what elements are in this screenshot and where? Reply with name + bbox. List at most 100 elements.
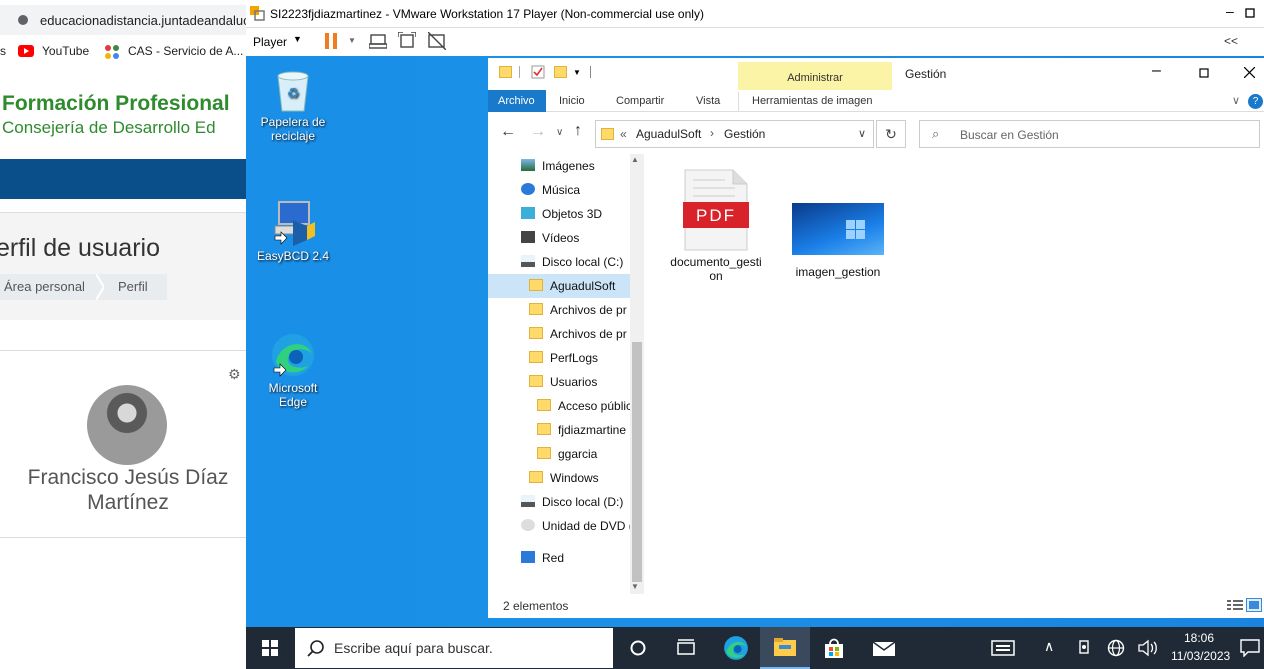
keyboard-icon[interactable] <box>991 639 1015 657</box>
volume-icon[interactable] <box>1138 639 1158 657</box>
maximize-button[interactable] <box>1199 68 1209 78</box>
tab-archivo[interactable]: Archivo <box>488 90 546 112</box>
device-icon[interactable] <box>1077 639 1091 657</box>
nav-item[interactable]: Unidad de DVD ( <box>488 514 630 538</box>
refresh-button[interactable]: ↻ <box>876 120 906 148</box>
nav-item[interactable]: Vídeos <box>488 226 630 250</box>
vmware-toolbar: Player ▼ ▼ << <box>246 28 1264 56</box>
mail-icon[interactable] <box>872 639 896 657</box>
fit-guest-icon[interactable] <box>398 32 416 50</box>
nav-item[interactable]: Disco local (C:) <box>488 250 630 274</box>
taskbar-search-box[interactable]: Escribe aquí para buscar. <box>295 628 613 668</box>
nav-item[interactable]: Archivos de pr <box>488 298 630 322</box>
nav-item[interactable]: Música <box>488 178 630 202</box>
cas-icon <box>105 45 119 59</box>
bookmark-cas[interactable]: CAS - Servicio de A... <box>128 44 243 58</box>
nav-item[interactable]: Objetos 3D <box>488 202 630 226</box>
nav-scrollbar-thumb[interactable] <box>632 342 642 582</box>
recent-locations-icon[interactable]: ∨ <box>556 127 563 138</box>
maximize-button[interactable] <box>1245 8 1255 18</box>
desktop-icon-edge[interactable]: Microsoft Edge <box>254 332 332 409</box>
3d-objects-icon <box>521 207 535 219</box>
status-bar-text: 2 elementos <box>503 599 569 613</box>
folder-icon <box>529 279 543 291</box>
file-name: documento_gestion <box>670 255 762 283</box>
nav-item-label: Disco local (D:) <box>542 495 624 509</box>
music-icon <box>521 183 535 195</box>
tab-compartir[interactable]: Compartir <box>616 95 664 107</box>
scroll-up-icon[interactable]: ▲ <box>631 155 639 164</box>
new-folder-icon[interactable] <box>554 66 567 78</box>
close-button[interactable] <box>1244 67 1255 78</box>
details-view-icon[interactable] <box>1227 599 1243 611</box>
store-icon[interactable] <box>823 637 845 659</box>
pause-dropdown-icon[interactable]: ▼ <box>348 36 356 45</box>
large-icons-view-icon[interactable] <box>1246 598 1262 612</box>
vmware-titlebar: SI2223fjdiazmartinez - VMware Workstatio… <box>246 0 1264 28</box>
minimize-button[interactable]: – <box>1152 62 1161 80</box>
network-globe-icon[interactable] <box>1107 639 1125 657</box>
nav-item[interactable]: Acceso públic <box>488 394 630 418</box>
breadcrumb: Área personal Perfil <box>0 274 167 300</box>
pause-button[interactable] <box>325 33 339 49</box>
breadcrumb-perfil[interactable]: Perfil <box>118 279 148 294</box>
nav-item[interactable]: ggarcia <box>488 442 630 466</box>
desktop-icon-recycle-bin[interactable]: ♻ Papelera de reciclaje <box>254 68 332 143</box>
cortana-icon[interactable] <box>630 640 646 656</box>
explorer-taskbar-button[interactable] <box>760 627 810 669</box>
tab-vista[interactable]: Vista <box>696 95 720 107</box>
search-input[interactable]: ⌕ Buscar en Gestión <box>919 120 1260 148</box>
minimize-button[interactable]: – <box>1226 3 1234 19</box>
bookmark-overflow[interactable]: s <box>0 44 6 58</box>
file-image[interactable]: imagen_gestion <box>786 203 890 279</box>
task-view-icon[interactable] <box>677 639 695 657</box>
path-segment-gestion[interactable]: Gestión <box>724 127 765 141</box>
collapse-toolbar-button[interactable]: << <box>1224 34 1238 48</box>
path-segment-aguadulsoft[interactable]: AguadulSoft <box>636 127 701 141</box>
chevron-down-icon[interactable]: ∨ <box>1232 94 1240 107</box>
nav-item[interactable]: Disco local (D:) <box>488 490 630 514</box>
site-title[interactable]: Formación Profesional <box>2 92 230 116</box>
file-pdf[interactable]: PDF documento_gestion <box>664 168 768 283</box>
quick-access-dropdown-icon[interactable]: ▼ <box>573 68 581 77</box>
help-icon[interactable]: ? <box>1248 94 1263 109</box>
nav-item[interactable]: PerfLogs <box>488 346 630 370</box>
chevron-down-icon[interactable]: ∨ <box>858 127 866 140</box>
tab-inicio[interactable]: Inicio <box>559 95 585 107</box>
start-button[interactable] <box>262 640 278 656</box>
properties-icon[interactable] <box>531 65 545 79</box>
address-bar[interactable]: educacionadistancia.juntadeandalucia.es <box>0 5 246 35</box>
bookmark-youtube[interactable]: YouTube <box>42 44 89 58</box>
edge-taskbar-icon[interactable] <box>723 635 749 661</box>
chevron-down-icon[interactable]: ▼ <box>293 34 302 44</box>
chevron-up-icon[interactable]: ∧ <box>1044 638 1054 655</box>
notification-icon[interactable] <box>1240 639 1260 657</box>
player-menu[interactable]: Player <box>253 35 287 49</box>
nav-item[interactable]: fjdiazmartine <box>488 418 630 442</box>
desktop-icon-label: Microsoft Edge <box>268 381 318 409</box>
path-separator-icon[interactable]: › <box>710 126 714 140</box>
nav-item[interactable]: Imágenes <box>488 154 630 178</box>
info-icon[interactable] <box>18 14 28 26</box>
nav-item[interactable]: AguadulSoft <box>488 274 630 298</box>
nav-item[interactable]: Red <box>488 546 630 570</box>
up-button[interactable]: ↑ <box>574 122 582 140</box>
path-overflow[interactable]: « <box>620 127 627 141</box>
send-ctrl-alt-del-icon[interactable] <box>369 33 387 49</box>
tab-administrar[interactable]: Administrar <box>738 62 892 90</box>
scroll-down-icon[interactable]: ▼ <box>631 582 639 591</box>
desktop-icon-easybcd[interactable]: EasyBCD 2.4 <box>254 200 332 263</box>
nav-item[interactable]: Archivos de pr <box>488 322 630 346</box>
unity-icon[interactable] <box>428 32 446 50</box>
nav-item[interactable]: Windows <box>488 466 630 490</box>
back-button[interactable]: ← <box>500 123 516 141</box>
forward-button[interactable]: → <box>530 123 546 141</box>
folder-icon <box>529 351 543 363</box>
tab-herramientas-imagen[interactable]: Herramientas de imagen <box>752 95 872 107</box>
gear-icon[interactable]: ⚙ <box>228 366 241 383</box>
path-bar[interactable]: « AguadulSoft › Gestión ∨ <box>595 120 874 148</box>
clock-date[interactable]: 11/03/2023 <box>1171 649 1230 663</box>
nav-item[interactable]: Usuarios <box>488 370 630 394</box>
breadcrumb-area-personal[interactable]: Área personal <box>4 279 85 294</box>
clock-time[interactable]: 18:06 <box>1184 631 1214 645</box>
